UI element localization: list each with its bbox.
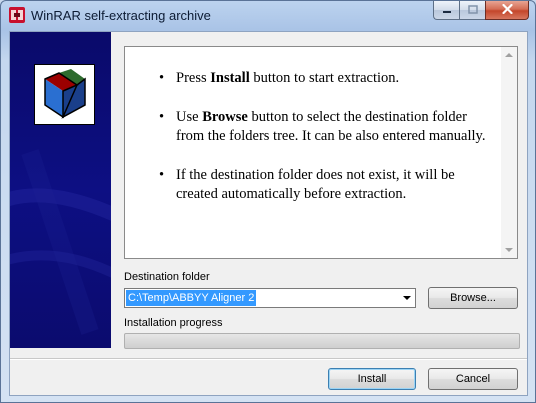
dialog-body: • Press Install button to start extracti… bbox=[9, 31, 528, 396]
destination-folder-label: Destination folder bbox=[124, 271, 210, 283]
maximize-button[interactable] bbox=[459, 1, 485, 20]
caption-buttons bbox=[433, 1, 529, 21]
browse-button[interactable]: Browse... bbox=[428, 287, 518, 309]
bullet-text-post: If the destination folder does not exist… bbox=[176, 167, 455, 202]
bullet-icon: • bbox=[159, 109, 165, 125]
cancel-button[interactable]: Cancel bbox=[428, 368, 518, 390]
bullet-text-post: button to start extraction. bbox=[249, 70, 400, 86]
instructions-box: • Press Install button to start extracti… bbox=[124, 46, 518, 259]
winrar-icon[interactable] bbox=[9, 7, 25, 23]
list-item: • Press Install button to start extracti… bbox=[159, 69, 489, 88]
minimize-button[interactable] bbox=[433, 1, 459, 20]
winrar-books-icon bbox=[34, 64, 95, 125]
bullet-text-bold: Browse bbox=[202, 109, 248, 125]
bullet-text-pre: Press bbox=[176, 70, 211, 86]
window-title: WinRAR self-extracting archive bbox=[31, 8, 211, 23]
installation-progress-label: Installation progress bbox=[124, 317, 223, 329]
instructions-list: • Press Install button to start extracti… bbox=[159, 69, 489, 224]
bullet-icon: • bbox=[159, 167, 165, 183]
scroll-up-icon[interactable] bbox=[505, 53, 513, 57]
install-button[interactable]: Install bbox=[328, 368, 416, 390]
close-button[interactable] bbox=[485, 1, 529, 20]
bullet-text-pre: Use bbox=[176, 109, 203, 125]
destination-folder-value[interactable]: C:\Temp\ABBYY Aligner 2 bbox=[126, 290, 257, 306]
title-bar[interactable]: WinRAR self-extracting archive bbox=[1, 1, 535, 31]
installation-progress-bar bbox=[124, 333, 520, 349]
separator bbox=[10, 358, 527, 360]
chevron-down-icon[interactable] bbox=[403, 296, 411, 300]
vertical-scrollbar[interactable] bbox=[501, 47, 517, 258]
sfx-window: WinRAR self-extracting archive • Press I… bbox=[0, 0, 536, 403]
destination-folder-combobox[interactable]: C:\Temp\ABBYY Aligner 2 bbox=[124, 288, 416, 308]
list-item: • Use Browse button to select the destin… bbox=[159, 108, 489, 146]
close-icon bbox=[501, 1, 513, 19]
bullet-text-bold: Install bbox=[210, 70, 250, 86]
maximize-icon bbox=[467, 1, 478, 19]
list-item: • If the destination folder does not exi… bbox=[159, 166, 489, 204]
sidebar-banner bbox=[10, 32, 111, 348]
bullet-icon: • bbox=[159, 70, 165, 86]
minimize-icon bbox=[442, 1, 452, 19]
scroll-down-icon[interactable] bbox=[505, 248, 513, 252]
